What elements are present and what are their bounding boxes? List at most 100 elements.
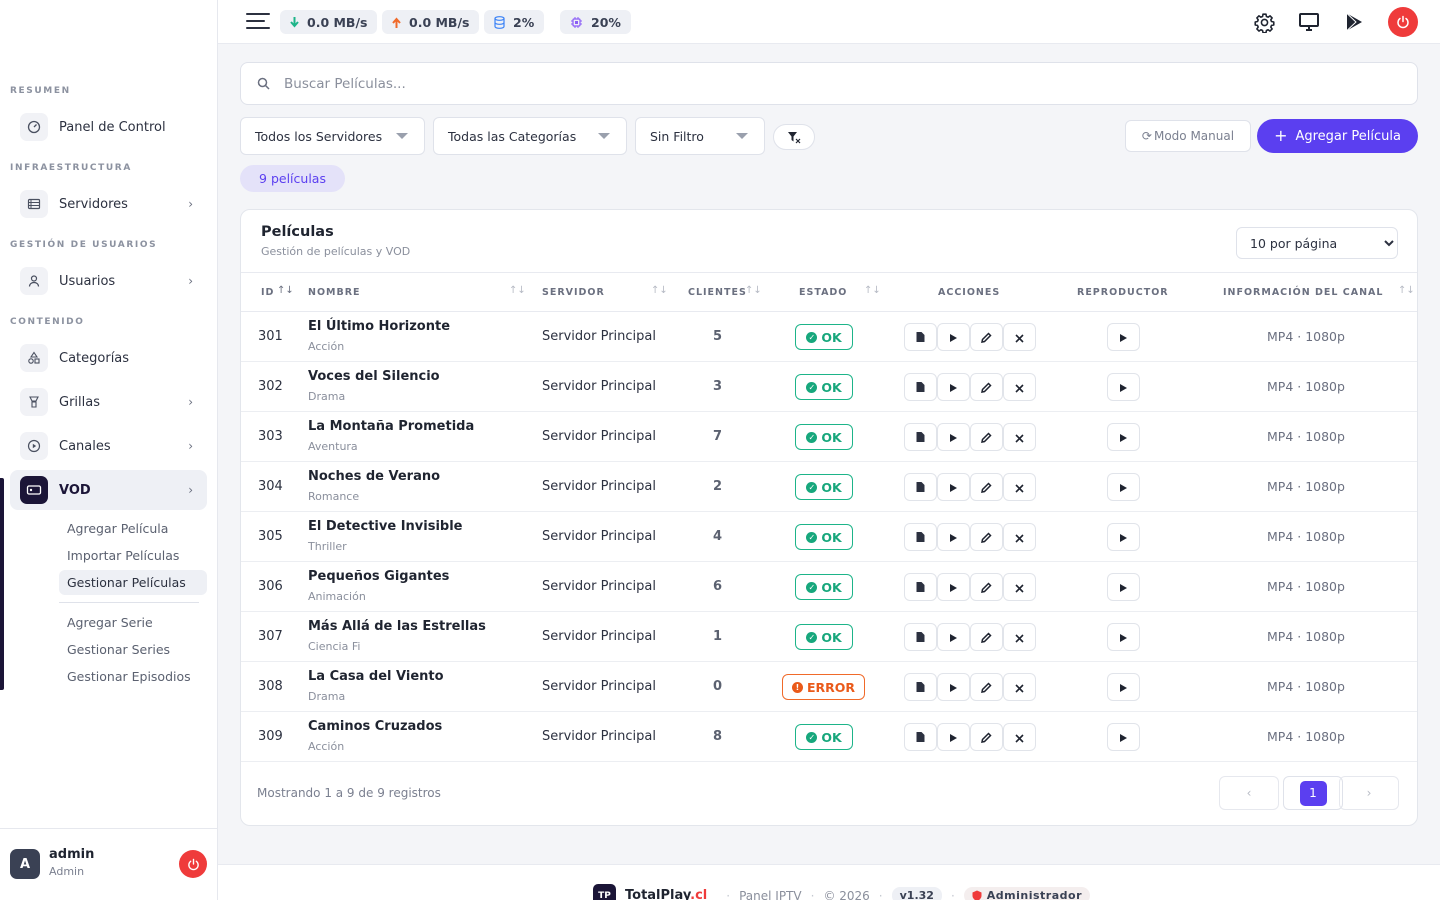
sidebar-item-vod[interactable]: VOD ›	[10, 470, 207, 510]
manual-mode-button[interactable]: ⟳ Modo Manual	[1125, 120, 1251, 152]
view-file-button[interactable]	[904, 673, 937, 701]
edit-button[interactable]	[970, 523, 1003, 551]
server-filter-select[interactable]: Todos los Servidores	[240, 117, 425, 155]
player-button[interactable]	[1342, 10, 1366, 34]
view-file-button[interactable]	[904, 423, 937, 451]
pencil-icon	[981, 478, 992, 497]
edit-button[interactable]	[970, 473, 1003, 501]
col-info[interactable]: INFORMACIÓN DEL CANAL	[1223, 287, 1383, 298]
delete-button[interactable]	[1003, 323, 1036, 351]
play-button[interactable]	[937, 673, 970, 701]
delete-button[interactable]	[1003, 623, 1036, 651]
play-button[interactable]	[937, 323, 970, 351]
sidebar-item-categorias[interactable]: Categorías	[10, 338, 207, 378]
player-open-button[interactable]	[1107, 523, 1140, 551]
player-open-button[interactable]	[1107, 323, 1140, 351]
play-button[interactable]	[937, 473, 970, 501]
play-button[interactable]	[937, 423, 970, 451]
col-clients[interactable]: CLIENTES	[688, 287, 747, 298]
play-button[interactable]	[937, 723, 970, 751]
search-input[interactable]	[284, 75, 1384, 92]
movie-title[interactable]: El Último Horizonte	[308, 319, 450, 334]
play-button[interactable]	[937, 523, 970, 551]
submenu-gestionar-peliculas[interactable]: Gestionar Películas	[59, 570, 207, 595]
player-open-button[interactable]	[1107, 473, 1140, 501]
delete-button[interactable]	[1003, 573, 1036, 601]
sidebar-item-usuarios[interactable]: Usuarios ›	[10, 261, 207, 301]
table-header: ID ↑↓ NOMBRE ↑↓ SERVIDOR ↑↓ CLIENTES ↑↓ …	[241, 272, 1417, 312]
movie-title[interactable]: Más Allá de las Estrellas	[308, 619, 486, 634]
delete-button[interactable]	[1003, 673, 1036, 701]
delete-button[interactable]	[1003, 423, 1036, 451]
view-file-button[interactable]	[904, 623, 937, 651]
pagination-next-button[interactable]: ›	[1339, 776, 1399, 810]
col-server[interactable]: SERVIDOR	[542, 287, 605, 298]
edit-button[interactable]	[970, 423, 1003, 451]
edit-button[interactable]	[970, 323, 1003, 351]
movie-title[interactable]: Caminos Cruzados	[308, 719, 442, 734]
edit-button[interactable]	[970, 373, 1003, 401]
logout-button[interactable]	[179, 850, 207, 878]
movie-title[interactable]: La Montaña Prometida	[308, 419, 474, 434]
view-file-button[interactable]	[904, 573, 937, 601]
logout-top-button[interactable]	[1388, 7, 1418, 37]
status-badge: ! ERROR	[782, 674, 865, 700]
clear-filters-button[interactable]	[773, 124, 815, 150]
player-open-button[interactable]	[1107, 573, 1140, 601]
delete-button[interactable]	[1003, 723, 1036, 751]
view-file-button[interactable]	[904, 523, 937, 551]
player-open-button[interactable]	[1107, 723, 1140, 751]
view-file-button[interactable]	[904, 473, 937, 501]
add-movie-button[interactable]: + Agregar Película	[1257, 119, 1418, 153]
sidebar-item-grillas[interactable]: Grillas ›	[10, 382, 207, 422]
submenu-gestionar-series[interactable]: Gestionar Series	[59, 637, 207, 662]
edit-button[interactable]	[970, 573, 1003, 601]
close-icon	[1015, 728, 1024, 747]
col-name[interactable]: NOMBRE	[308, 287, 361, 298]
play-button[interactable]	[937, 373, 970, 401]
submenu-agregar-serie[interactable]: Agregar Serie	[59, 610, 207, 635]
play-icon	[949, 378, 958, 397]
view-file-button[interactable]	[904, 373, 937, 401]
player-open-button[interactable]	[1107, 673, 1140, 701]
status-text: OK	[821, 529, 842, 545]
menu-toggle-button[interactable]	[246, 13, 270, 31]
submenu-agregar-pelicula[interactable]: Agregar Película	[59, 516, 207, 541]
player-open-button[interactable]	[1107, 373, 1140, 401]
movie-title[interactable]: El Detective Invisible	[308, 519, 463, 534]
movie-title[interactable]: Pequeños Gigantes	[308, 569, 449, 584]
sidebar-item-servidores[interactable]: Servidores ›	[10, 184, 207, 224]
per-page-select[interactable]: 10 por página	[1236, 227, 1398, 259]
play-button[interactable]	[937, 623, 970, 651]
settings-button[interactable]	[1252, 10, 1276, 34]
view-file-button[interactable]	[904, 323, 937, 351]
delete-button[interactable]	[1003, 473, 1036, 501]
player-open-button[interactable]	[1107, 623, 1140, 651]
player-open-button[interactable]	[1107, 423, 1140, 451]
edit-button[interactable]	[970, 623, 1003, 651]
movie-title[interactable]: La Casa del Viento	[308, 669, 444, 684]
close-icon	[1015, 628, 1024, 647]
pagination-prev-button[interactable]: ‹	[1219, 776, 1279, 810]
sidebar-item-canales[interactable]: Canales ›	[10, 426, 207, 466]
pagination-page-1[interactable]: 1	[1283, 776, 1343, 810]
add-movie-label: Agregar Película	[1295, 128, 1401, 144]
col-status[interactable]: ESTADO	[799, 287, 847, 298]
monitor-button[interactable]	[1297, 10, 1321, 34]
category-filter-select[interactable]: Todas las Categorías	[433, 117, 627, 155]
delete-button[interactable]	[1003, 523, 1036, 551]
submenu-gestionar-episodios[interactable]: Gestionar Episodios	[59, 664, 207, 689]
view-file-button[interactable]	[904, 723, 937, 751]
edit-button[interactable]	[970, 673, 1003, 701]
status-text: OK	[821, 329, 842, 345]
col-id[interactable]: ID	[261, 287, 274, 298]
submenu-importar-peliculas[interactable]: Importar Películas	[59, 543, 207, 568]
delete-button[interactable]	[1003, 373, 1036, 401]
cell-server: Servidor Principal	[542, 579, 656, 594]
edit-button[interactable]	[970, 723, 1003, 751]
movie-title[interactable]: Noches de Verano	[308, 469, 440, 484]
play-button[interactable]	[937, 573, 970, 601]
status-filter-select[interactable]: Sin Filtro	[635, 117, 765, 155]
sidebar-item-panel[interactable]: Panel de Control	[10, 107, 207, 147]
movie-title[interactable]: Voces del Silencio	[308, 369, 440, 384]
